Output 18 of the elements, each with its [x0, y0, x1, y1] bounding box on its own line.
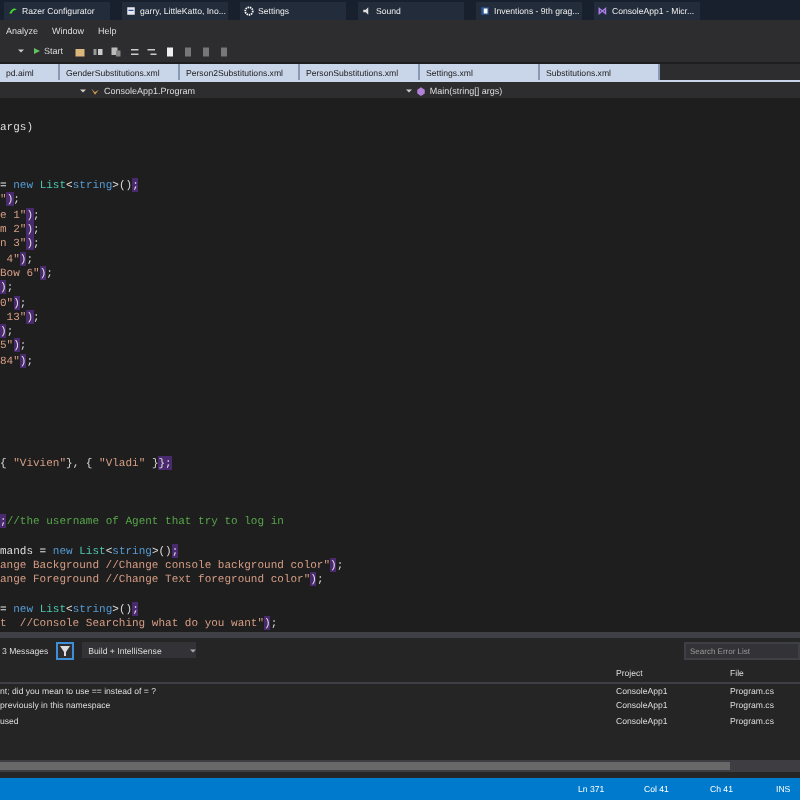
snake-logo-icon	[8, 5, 18, 15]
folder-icon[interactable]	[73, 45, 86, 57]
caret-icon[interactable]	[18, 48, 24, 54]
document-icon	[126, 5, 136, 15]
indent-icon[interactable]	[145, 45, 158, 57]
toolbar-icon[interactable]	[91, 45, 104, 57]
scrollbar-thumb[interactable]	[0, 762, 730, 770]
indent-icon[interactable]	[127, 45, 140, 57]
infinity-logo-icon	[598, 5, 608, 15]
toolbar-icon[interactable]	[109, 45, 122, 57]
caret-icon[interactable]	[405, 87, 412, 93]
play-icon	[34, 48, 40, 54]
word-document-icon	[480, 5, 490, 15]
settings-icon	[244, 5, 254, 15]
filter-icon[interactable]	[56, 641, 75, 659]
speaker-icon	[362, 5, 372, 15]
caret-icon	[189, 647, 196, 653]
caret-icon[interactable]	[80, 87, 86, 93]
